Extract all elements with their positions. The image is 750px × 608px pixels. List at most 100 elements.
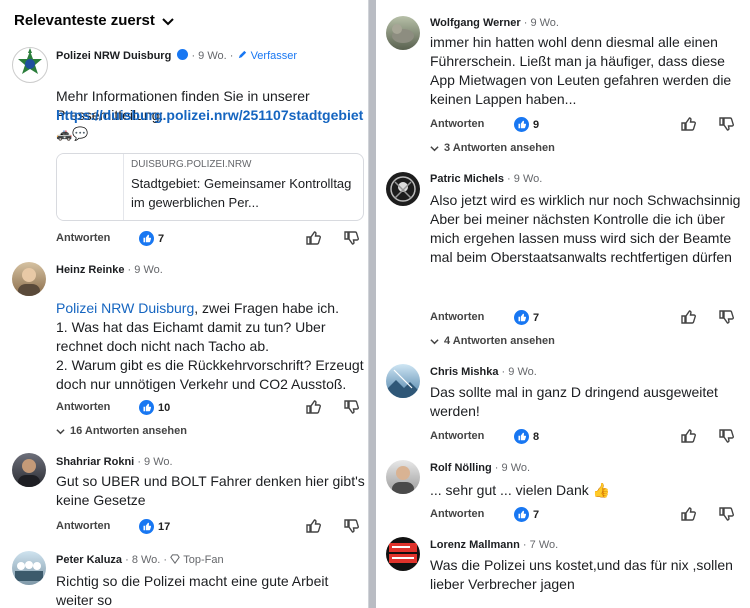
comment-age[interactable]: 9 Wo. [502,462,531,474]
like-count[interactable]: 17 [139,519,170,534]
thumbs-down-icon[interactable] [718,309,734,325]
avatar[interactable] [12,551,46,585]
comment-text: ... sehr gut ... vielen Dank 👍 [430,482,611,498]
comment-text-after-mention: , zwei Fragen habe ich. [194,300,339,316]
mention-link[interactable]: Polizei NRW Duisburg [56,300,194,316]
reply-button[interactable]: Antworten [56,520,110,532]
author-tag: Verfasser [250,50,298,62]
reply-button[interactable]: Antworten [56,401,110,413]
link-preview-thumbnail [57,154,124,220]
like-count[interactable]: 7 [514,310,539,325]
like-bubble-icon [139,519,154,534]
chevron-down-icon [430,145,439,151]
avatar[interactable] [12,262,46,296]
view-replies-label: 3 Antworten ansehen [444,142,555,154]
skull-emblem-icon [390,176,416,202]
comment-actions: Antworten [56,401,110,413]
avatar[interactable] [12,47,48,83]
like-count[interactable]: 7 [139,231,164,246]
like-count[interactable]: 8 [514,429,539,444]
comment-text-main: 1. Was hat das Eichamt damit zu tun? Ube… [56,319,364,392]
thumbs-down-icon[interactable] [343,230,359,246]
sort-dropdown[interactable]: Relevanteste zuerst [14,12,175,29]
thumbs-up-icon[interactable] [680,116,696,132]
avatar[interactable] [12,453,46,487]
view-replies-button[interactable]: 3 Antworten ansehen [430,142,555,154]
avatar[interactable] [386,16,420,50]
like-count[interactable]: 7 [514,507,539,522]
commenter-name[interactable]: Lorenz Mallmann [430,539,520,551]
thumbs-up-icon[interactable] [305,230,321,246]
like-count-value: 17 [158,520,171,533]
like-count[interactable]: 9 [514,117,539,132]
thumbs-down-icon[interactable] [718,506,734,522]
thumbs-up-icon[interactable] [305,518,321,534]
thumbs-up-icon[interactable] [680,506,696,522]
comment-header: Shahriar Rokni · 9 Wo. [56,456,173,468]
comment-text: Also jetzt wird es wirklich nur noch Sch… [430,192,741,265]
reaction-buttons [680,506,734,522]
reply-button[interactable]: Antworten [430,508,484,520]
thumbs-down-icon[interactable] [343,399,359,415]
comment-age[interactable]: 8 Wo. [132,554,161,566]
comment-actions: Antworten [430,118,484,130]
comment-text: Polizei NRW Duisburg, zwei Fragen habe i… [56,280,366,394]
reply-button[interactable]: Antworten [430,430,484,442]
avatar[interactable] [386,460,420,494]
reply-button[interactable]: Antworten [430,118,484,130]
police-star-logo-icon [18,48,42,74]
like-bubble-icon [139,231,154,246]
avatar[interactable] [386,364,420,398]
link-preview-domain: DUISBURG.POLIZEI.NRW [131,159,252,170]
avatar[interactable] [386,537,420,571]
avatar[interactable] [386,172,420,206]
thumbs-up-icon[interactable] [680,428,696,444]
reply-button[interactable]: Antworten [430,311,484,323]
commenter-name[interactable]: Chris Mishka [430,366,498,378]
comment-text: Das sollte mal in ganz D dringend ausgew… [430,384,718,419]
comment-header: Lorenz Mallmann · 7 Wo. [430,539,559,551]
commenter-name[interactable]: Patric Michels [430,173,504,185]
person-photo-icon [18,268,40,296]
comment-actions: Antworten [430,430,484,442]
commenter-name[interactable]: Polizei NRW Duisburg [56,50,171,62]
commenter-name[interactable]: Shahriar Rokni [56,456,134,468]
reply-button[interactable]: Antworten [56,232,110,244]
link-preview-card[interactable]: DUISBURG.POLIZEI.NRW Stadtgebiet: Gemein… [56,153,364,221]
like-count[interactable]: 10 [139,400,170,415]
thumbs-down-icon[interactable] [343,518,359,534]
thumbs-up-icon[interactable] [305,399,321,415]
commenter-name[interactable]: Peter Kaluza [56,554,122,566]
link-text[interactable]: https://duisburg.polizei.nrw/251107stadt… [56,107,363,123]
sort-label: Relevanteste zuerst [14,12,155,29]
person-photo-icon [392,466,414,494]
commenter-name[interactable]: Heinz Reinke [56,264,124,276]
view-replies-button[interactable]: 4 Antworten ansehen [430,335,555,347]
comment-age[interactable]: 9 Wo. [134,264,163,276]
comment-age[interactable]: 9 Wo. [144,456,173,468]
comment-age[interactable]: 9 Wo. [530,17,559,29]
link-preview-title: Stadtgebiet: Gemeinsamer Kontrolltag im … [131,176,352,210]
view-replies-button[interactable]: 16 Antworten ansehen [56,425,187,437]
like-bubble-icon [514,507,529,522]
commenter-name[interactable]: Rolf Nölling [430,462,492,474]
thumbs-up-icon[interactable] [680,309,696,325]
view-replies-label: 16 Antworten ansehen [70,425,187,437]
comment-actions: Antworten [430,311,484,323]
comment-age[interactable]: 9 Wo. [198,50,227,62]
like-count-value: 7 [533,508,540,521]
comment-age[interactable]: 9 Wo. [508,366,537,378]
press-release-link[interactable]: https://duisburg.polizei.nrw/251107stadt… [56,106,366,125]
comment-age[interactable]: 9 Wo. [514,173,543,185]
comment-header: Polizei NRW Duisburg · 9 Wo. · Verfasser [56,49,298,62]
chevron-down-icon [56,428,65,434]
comment-header: Chris Mishka · 9 Wo. [430,366,537,378]
commenter-name[interactable]: Wolfgang Werner [430,17,521,29]
thumbs-down-icon[interactable] [718,116,734,132]
thumbs-down-icon[interactable] [718,428,734,444]
comment-text: immer hin hatten wohl denn diesmal alle … [430,34,732,107]
comment-text: Gut so UBER und BOLT Fahrer denken hier … [56,473,365,508]
like-bubble-icon [514,117,529,132]
reaction-buttons [680,309,734,325]
comment-age[interactable]: 7 Wo. [530,539,559,551]
